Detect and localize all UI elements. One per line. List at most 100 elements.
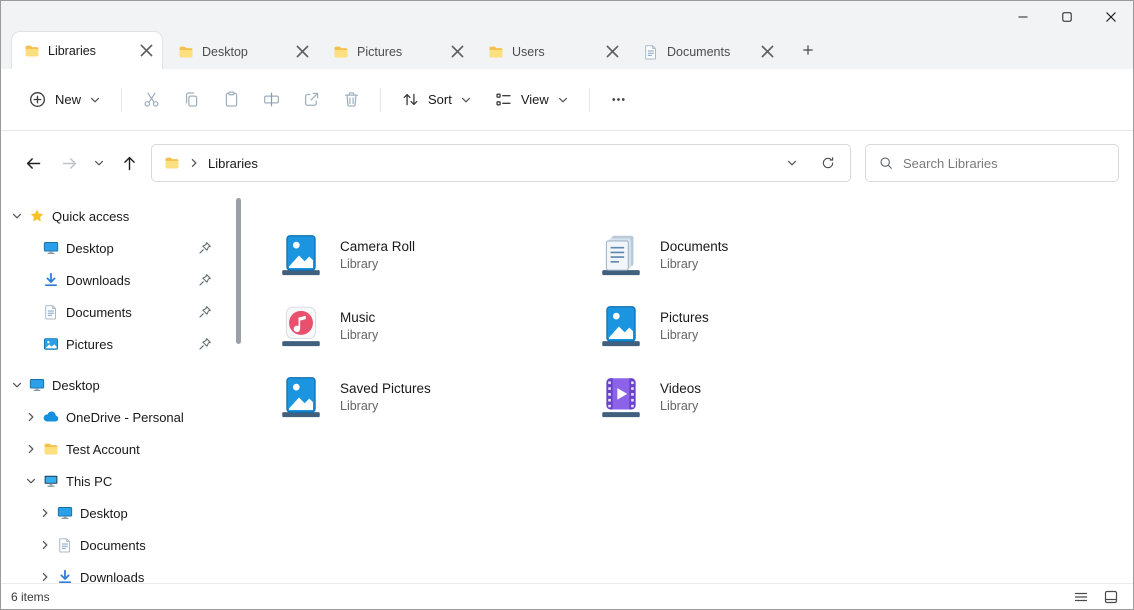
sidebar-item-quick-access[interactable]: Quick access <box>1 200 234 232</box>
search-input[interactable] <box>903 156 1108 171</box>
file-item-pictures[interactable]: Pictures Library <box>596 290 896 361</box>
toolbar-divider <box>380 88 381 112</box>
tab-close-icon[interactable] <box>137 41 156 60</box>
titlebar: LibrariesDesktopPicturesUsers Documents <box>1 1 1133 69</box>
file-type: Library <box>340 257 415 271</box>
sidebar-item-pictures[interactable]: Pictures <box>1 328 234 360</box>
recent-locations-button[interactable] <box>87 146 111 180</box>
share-button[interactable] <box>291 81 331 119</box>
view-icon <box>494 90 513 109</box>
back-icon <box>24 154 43 173</box>
close-window-icon <box>1105 11 1117 23</box>
address-bar[interactable]: Libraries <box>151 144 851 182</box>
chevron-down-icon <box>557 94 569 106</box>
chevron-down-icon <box>93 157 105 169</box>
chevron-down-icon[interactable] <box>25 475 37 487</box>
sidebar-item-documents[interactable]: Documents <box>1 296 234 328</box>
tab-close-icon[interactable] <box>293 42 312 61</box>
file-item-music[interactable]: MusicLibrary <box>276 290 576 361</box>
file-name: Saved Pictures <box>340 381 431 396</box>
sidebar-item-desktop[interactable]: Desktop <box>1 232 234 264</box>
library-pictures-icon <box>276 230 326 280</box>
sidebar-item-label: Quick access <box>52 209 155 224</box>
new-button[interactable]: New <box>17 81 112 119</box>
file-item-videos[interactable]: VideosLibrary <box>596 361 896 432</box>
chevron-right-icon[interactable] <box>39 571 51 583</box>
file-name: Documents <box>660 239 728 254</box>
cut-button[interactable] <box>131 81 171 119</box>
toolbar-actions <box>131 81 371 119</box>
tab-close-icon[interactable] <box>758 42 777 61</box>
copy-button[interactable] <box>171 81 211 119</box>
content-area: Camera RollLibraryDocumentsLibraryMusicL… <box>246 195 1133 583</box>
downloads-icon <box>57 569 73 583</box>
chevron-right-icon[interactable] <box>39 507 51 519</box>
delete-button[interactable] <box>331 81 371 119</box>
toolbar: New Sort View <box>1 69 1133 131</box>
back-button[interactable] <box>15 146 51 180</box>
close-button[interactable] <box>1089 1 1133 32</box>
tab-label: Documents <box>667 45 750 59</box>
tab-close-icon[interactable] <box>448 42 467 61</box>
details-view-button[interactable] <box>1069 587 1093 607</box>
maximize-button[interactable] <box>1045 1 1089 32</box>
sidebar-item-desktop[interactable]: Desktop <box>1 497 234 529</box>
sidebar-item-test-account[interactable]: Test Account <box>1 433 234 465</box>
tab-pictures[interactable]: Pictures <box>321 34 473 69</box>
new-tab-button[interactable] <box>794 36 822 64</box>
chevron-down-icon[interactable] <box>11 379 23 391</box>
folder-icon <box>164 155 180 171</box>
search-box[interactable] <box>865 144 1119 182</box>
tab-documents[interactable]: Documents <box>631 34 783 69</box>
tab-close-icon[interactable] <box>603 42 622 61</box>
pictures-small-icon <box>43 336 59 352</box>
sidebar-item-downloads[interactable]: Downloads <box>1 264 234 296</box>
downloads-icon <box>43 272 59 288</box>
chevron-spacer <box>25 306 37 318</box>
view-button[interactable]: View <box>483 81 580 119</box>
sidebar-item-label: Documents <box>80 538 172 553</box>
up-button[interactable] <box>111 146 147 180</box>
toolbar-divider <box>121 88 122 112</box>
sidebar-item-onedrive-personal[interactable]: OneDrive - Personal <box>1 401 234 433</box>
document-icon <box>43 304 59 320</box>
chevron-right-icon[interactable] <box>39 539 51 551</box>
refresh-button[interactable] <box>814 149 842 177</box>
large-icons-view-button[interactable] <box>1099 587 1123 607</box>
file-item-saved-pictures[interactable]: Saved Pictures Library <box>276 361 576 432</box>
status-bar: 6 items <box>1 583 1133 609</box>
sidebar-item-documents[interactable]: Documents <box>1 529 234 561</box>
library-pictures-icon <box>276 372 326 422</box>
tab-libraries[interactable]: Libraries <box>11 31 163 69</box>
library-music-icon <box>276 301 326 351</box>
tab-users[interactable]: Users <box>476 34 628 69</box>
sidebar-item-this-pc[interactable]: This PC <box>1 465 234 497</box>
library-documents-icon <box>596 230 646 280</box>
address-dropdown-button[interactable] <box>778 149 806 177</box>
chevron-right-icon[interactable] <box>25 411 37 423</box>
file-item-text: DocumentsLibrary <box>660 239 728 271</box>
rename-button[interactable] <box>251 81 291 119</box>
file-item-text: Pictures Library <box>660 310 709 342</box>
sort-button[interactable]: Sort <box>390 81 483 119</box>
file-item-documents[interactable]: DocumentsLibrary <box>596 219 896 290</box>
sidebar-scrollbar[interactable] <box>236 198 241 344</box>
file-type: Library <box>660 328 709 342</box>
forward-button[interactable] <box>51 146 87 180</box>
paste-button[interactable] <box>211 81 251 119</box>
minimize-button[interactable] <box>1001 1 1045 32</box>
sidebar-item-downloads[interactable]: Downloads <box>1 561 234 583</box>
status-details-icon <box>1073 589 1089 605</box>
file-name: Music <box>340 310 378 325</box>
file-name: Pictures <box>660 310 709 325</box>
tab-desktop[interactable]: Desktop <box>166 34 318 69</box>
sidebar-tree: Quick accessDesktopDownloadsDocumentsPic… <box>1 200 246 583</box>
file-type: Library <box>340 399 431 413</box>
chevron-right-icon[interactable] <box>25 443 37 455</box>
chevron-down-icon[interactable] <box>11 210 23 222</box>
see-more-button[interactable] <box>599 81 639 119</box>
sidebar-item-label: Pictures <box>66 337 139 352</box>
file-item-camera-roll[interactable]: Camera RollLibrary <box>276 219 576 290</box>
file-grid: Camera RollLibraryDocumentsLibraryMusicL… <box>246 195 1133 432</box>
sidebar-item-desktop[interactable]: Desktop <box>1 369 234 401</box>
